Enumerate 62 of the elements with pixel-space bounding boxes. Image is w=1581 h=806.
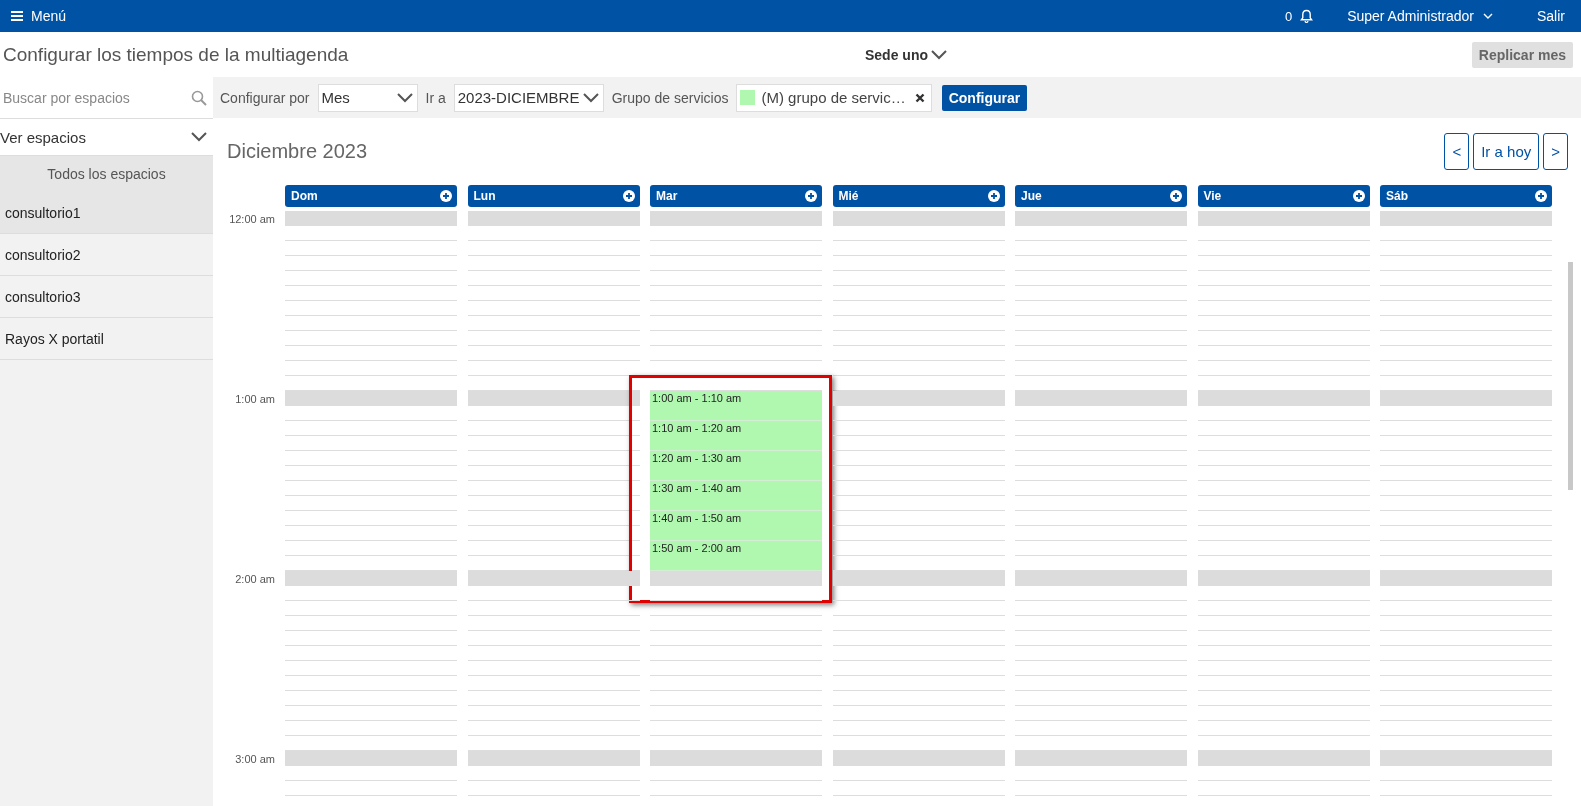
page-title: Configurar los tiempos de la multiagenda (3, 43, 350, 66)
add-icon[interactable] (1170, 190, 1182, 202)
chevron-icon (191, 132, 207, 142)
add-icon[interactable] (1352, 190, 1365, 202)
search-input[interactable]: Buscar por espacios (0, 89, 183, 106)
notification-count: 0 (1284, 8, 1293, 24)
add-icon[interactable] (805, 190, 817, 202)
chevron-icon (931, 49, 947, 60)
configure-button[interactable]: Configurar (941, 84, 1028, 111)
space-item[interactable]: consultorio1 (0, 192, 213, 234)
space-item[interactable]: consultorio2 (0, 234, 213, 276)
add-icon[interactable] (622, 190, 635, 202)
field-label: Ir a (425, 89, 446, 106)
service-group-value: (M) grupo de servic… (761, 89, 906, 106)
group-heading: Todos los espacios (0, 156, 213, 192)
chevron-icon (396, 92, 413, 103)
field-label: Configurar por (220, 89, 310, 106)
day-label: Mié (838, 189, 859, 203)
menu-icon (11, 11, 23, 21)
menu-button[interactable]: Menú (11, 8, 67, 24)
period-select[interactable]: Mes (317, 83, 418, 112)
caret-icon (1483, 13, 1493, 19)
user-menu[interactable]: Super Administrador (1347, 8, 1493, 24)
time-slot[interactable]: 1:10 am - 1:20 am (650, 421, 822, 451)
day-label: Jue (1021, 189, 1042, 203)
chevron-icon (582, 92, 599, 103)
color-swatch (740, 90, 756, 105)
time-slot[interactable]: 1:00 am - 1:10 am (650, 391, 822, 421)
previous-button[interactable]: < (1444, 132, 1470, 170)
remove-icon[interactable] (914, 92, 925, 103)
calendar-title: Diciembre 2023 (227, 139, 368, 163)
time-label: 3:00 am (234, 753, 276, 765)
time-slot[interactable]: 1:40 am - 1:50 am (650, 511, 822, 541)
service-group-field[interactable]: (M) grupo de servic… (736, 83, 932, 112)
replicate-button[interactable]: Replicar mes (1471, 41, 1573, 68)
space-item[interactable]: Rayos X portatil (0, 318, 213, 360)
space-item[interactable]: consultorio3 (0, 276, 213, 318)
day-label: Lun (473, 189, 496, 203)
add-icon[interactable] (440, 190, 452, 202)
search-icon (191, 89, 207, 106)
day-label: Dom (291, 189, 318, 203)
time-label: 12:00 am (228, 213, 276, 225)
scrollbar[interactable] (1568, 262, 1573, 490)
day-label: Vie (1203, 189, 1222, 203)
day-label: Sáb (1386, 189, 1408, 203)
time-label: 1:00 am (234, 393, 276, 405)
time-slot[interactable]: 1:30 am - 1:40 am (650, 481, 822, 511)
today-button[interactable]: Ir a hoy (1473, 132, 1540, 170)
bell-icon[interactable] (1300, 9, 1314, 23)
site-selector[interactable]: Sede uno (865, 46, 947, 63)
time-slot[interactable]: 1:20 am - 1:30 am (650, 451, 822, 481)
add-icon[interactable] (1535, 190, 1547, 202)
field-label: Grupo de servicios (611, 89, 729, 106)
next-button[interactable]: > (1543, 132, 1568, 170)
time-label: 2:00 am (234, 573, 276, 585)
day-label: Mar (656, 189, 678, 203)
add-icon[interactable] (987, 190, 1000, 202)
time-slot[interactable]: 1:50 am - 2:00 am (650, 541, 822, 571)
search-field[interactable]: Buscar por espacios (0, 77, 213, 119)
spaces-dropdown[interactable]: Ver espacios (0, 119, 213, 156)
logout-link[interactable]: Salir (1537, 8, 1565, 24)
month-select[interactable]: 2023-DICIEMBRE (453, 83, 604, 112)
